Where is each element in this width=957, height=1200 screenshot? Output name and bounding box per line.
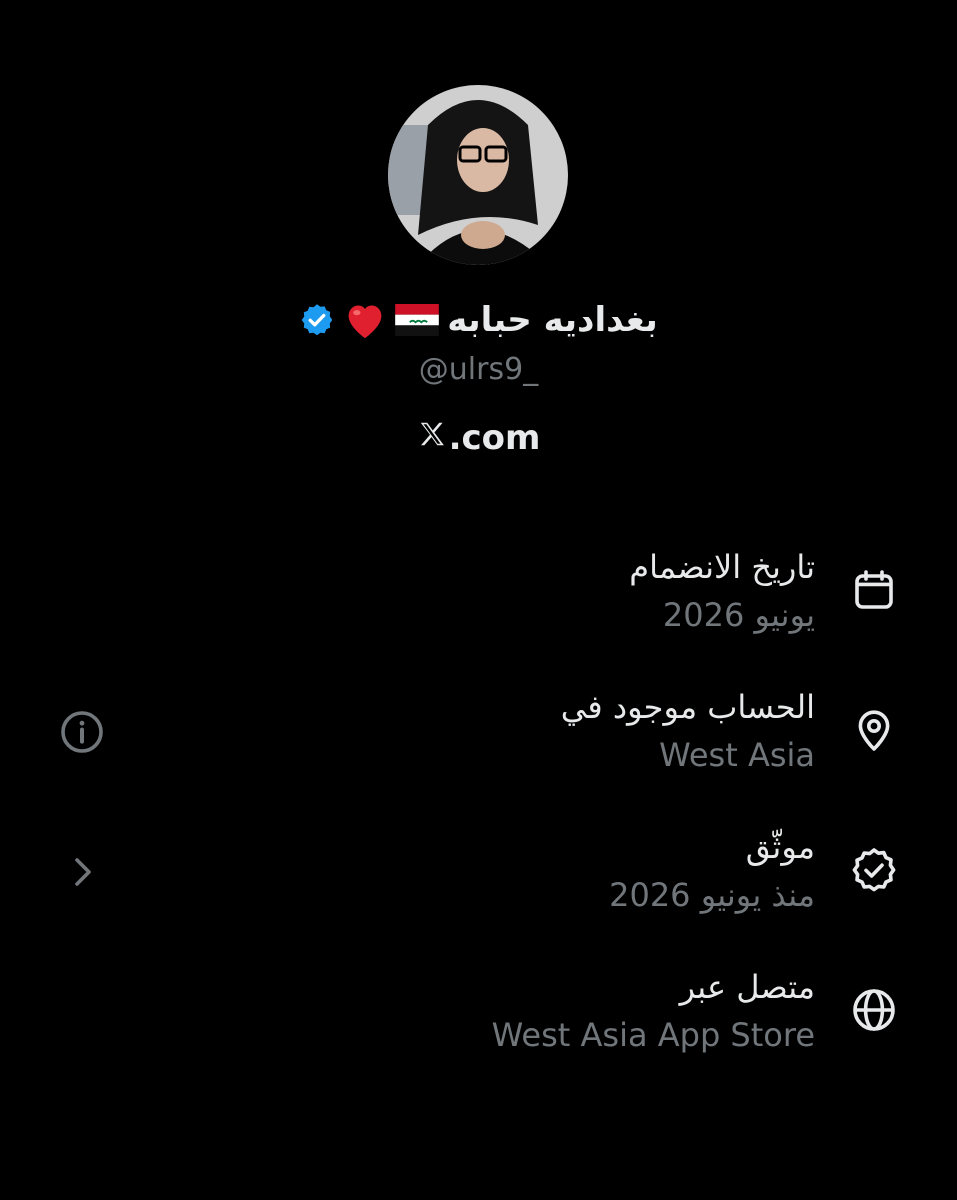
info-icon[interactable] [58,708,106,756]
x-com-link[interactable]: .com [0,418,957,458]
connected-via-value: West Asia App Store [491,1016,815,1054]
profile-name-row: بغداديه حبابه [0,292,957,348]
verified-badge-outline-icon [850,846,898,894]
connected-via-row: متصل عبر West Asia App Store [0,968,957,1078]
username-handle: @ulrs9_ [418,352,539,387]
join-date-value: يونيو 2026 [662,596,815,634]
iraq-flag-icon [395,304,440,336]
chevron-right-icon[interactable] [58,848,106,896]
location-pin-icon [850,706,898,754]
calendar-icon [850,566,898,614]
account-location-row: الحساب موجود في West Asia [0,688,957,798]
verified-row[interactable]: موثّق منذ يونيو 2026 [0,828,957,938]
verified-label: موثّق [745,828,815,866]
account-location-label: الحساب موجود في [560,688,815,726]
link-domain: .com [448,418,541,458]
avatar[interactable] [388,85,568,265]
account-location-value: West Asia [659,736,815,774]
verified-value: منذ يونيو 2026 [609,876,815,914]
avatar-image [388,85,568,265]
x-logo-icon [417,418,447,458]
globe-icon [850,986,898,1034]
join-date-row: تاريخ الانضمام يونيو 2026 [0,548,957,658]
connected-via-label: متصل عبر [679,968,815,1006]
heart-icon [343,300,387,340]
join-date-label: تاريخ الانضمام [629,548,815,586]
verified-badge-icon[interactable] [299,302,335,338]
display-name: بغداديه حبابه [447,300,658,340]
